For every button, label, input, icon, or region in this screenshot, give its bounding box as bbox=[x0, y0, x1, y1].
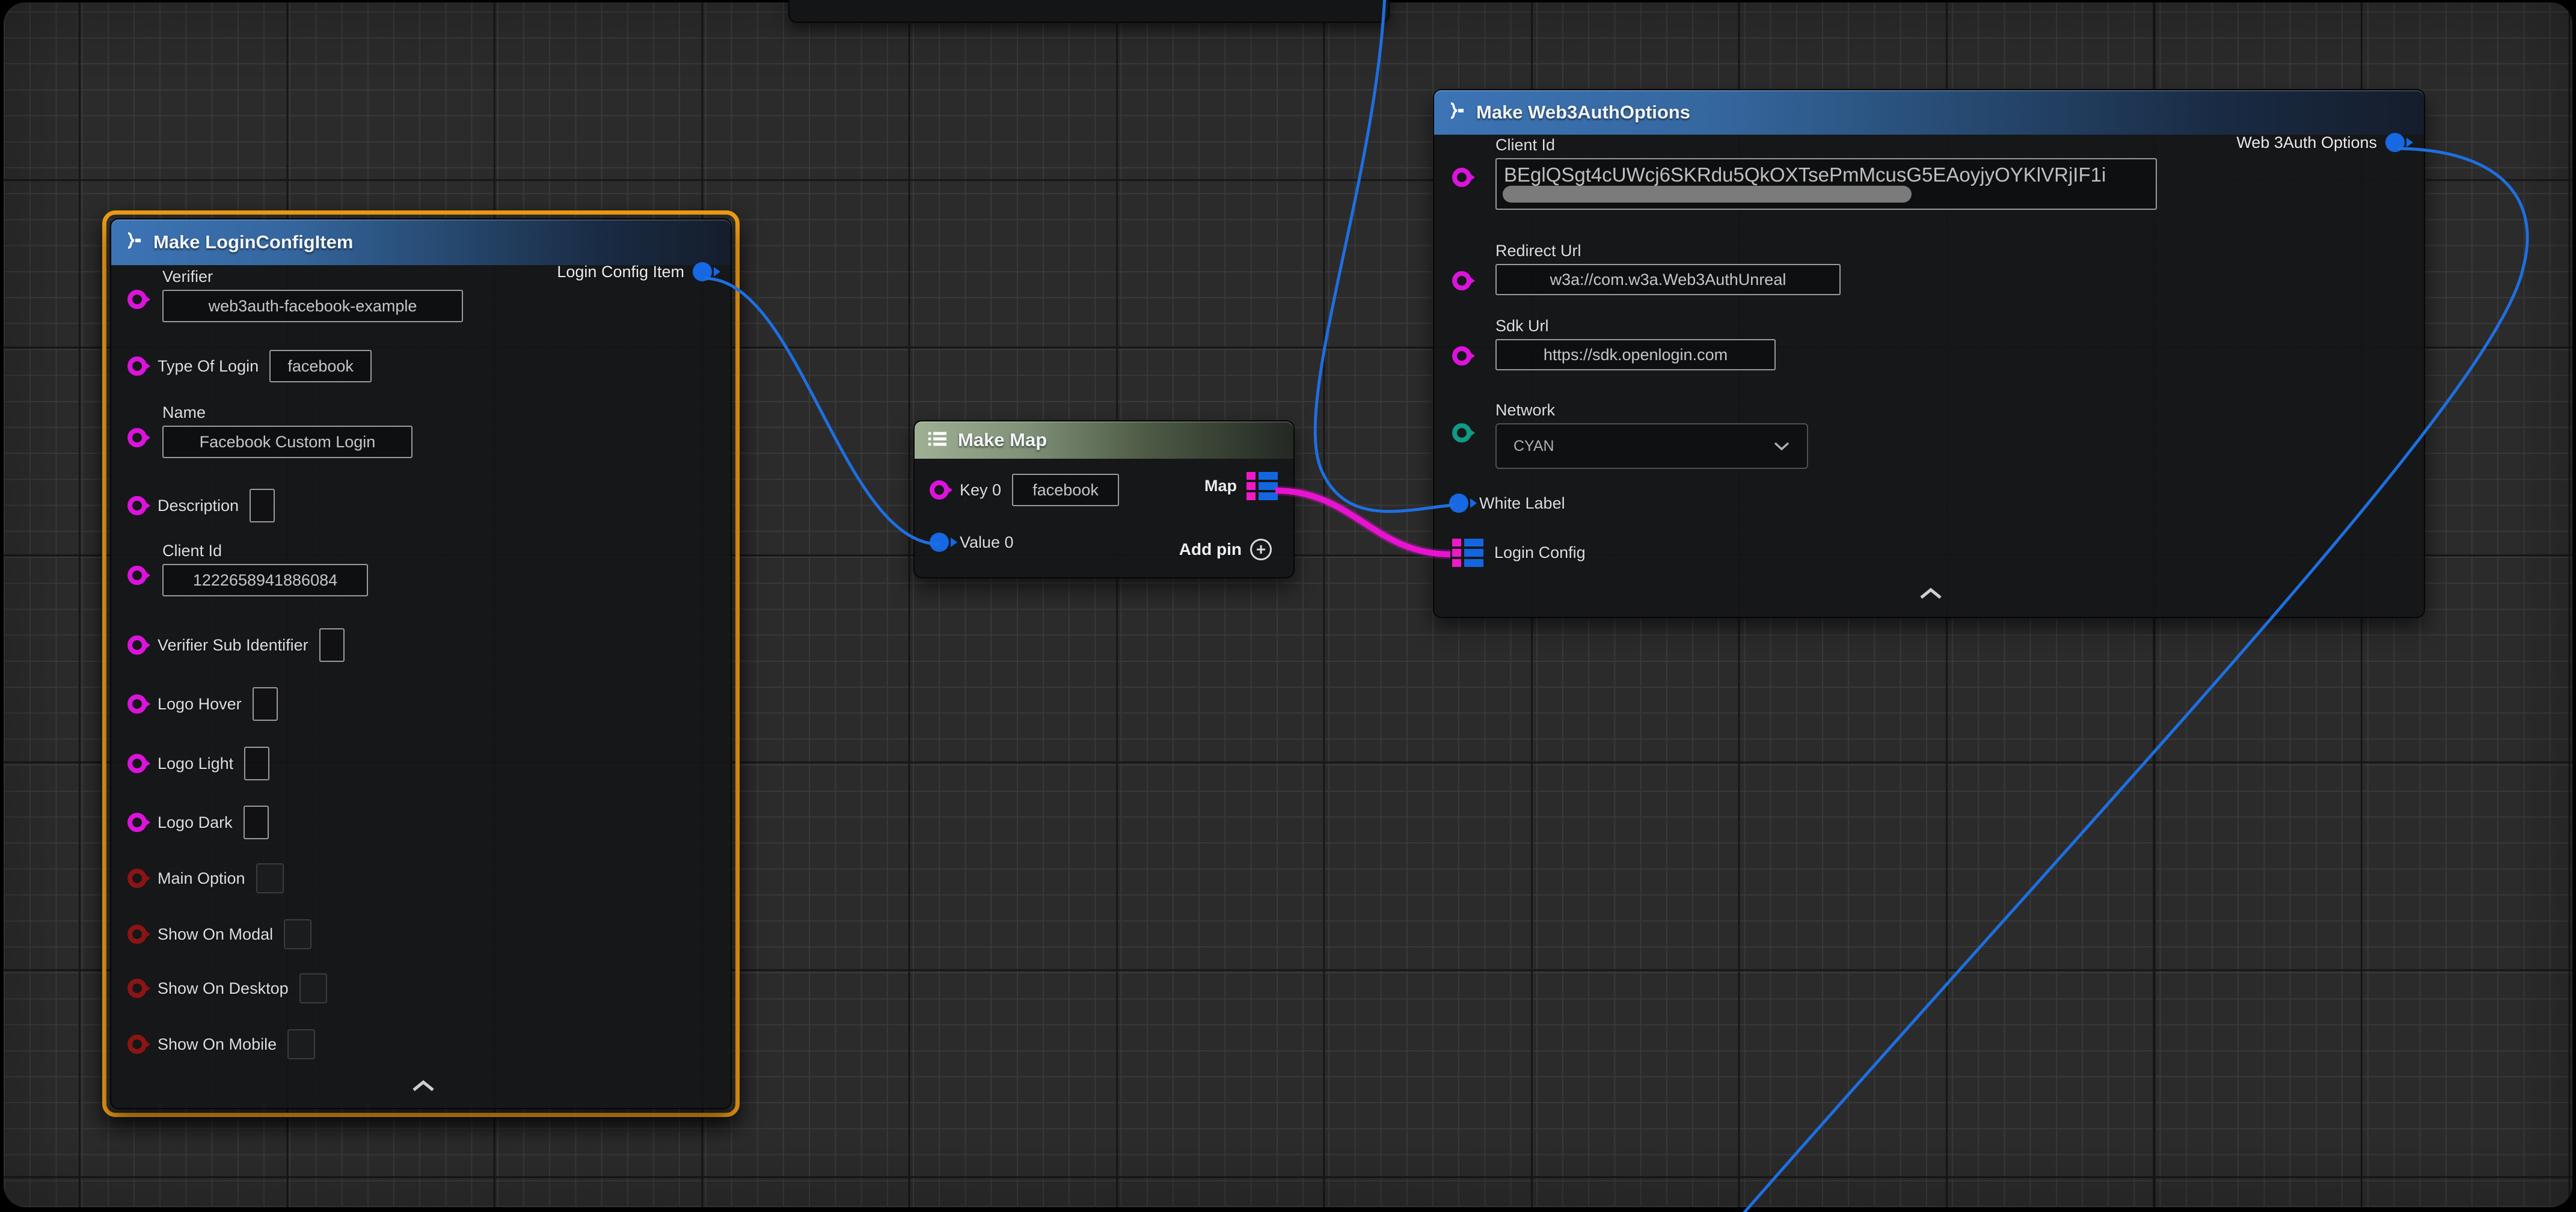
pin-label: Client Id bbox=[162, 542, 368, 560]
add-pin-label: Add pin bbox=[1179, 540, 1242, 559]
type-of-login-field[interactable]: facebook bbox=[269, 350, 372, 382]
pin-label: Show On Modal bbox=[158, 925, 273, 944]
verifier-sub-identifier-pin[interactable] bbox=[127, 635, 147, 655]
show-on-desktop-pin[interactable] bbox=[127, 979, 147, 998]
description-field[interactable] bbox=[250, 489, 275, 522]
pin-label: Login Config bbox=[1494, 543, 1586, 562]
show-on-desktop-checkbox[interactable] bbox=[299, 973, 327, 1003]
pin-label: Show On Desktop bbox=[158, 979, 289, 998]
node-make-loginconfigitem-selection: Make LoginConfigItem Login Config Item V… bbox=[102, 210, 740, 1117]
pin-label: Network bbox=[1495, 401, 1808, 420]
plus-circle-icon: + bbox=[1250, 539, 1272, 560]
network-selected-value: CYAN bbox=[1513, 438, 1554, 455]
logo-hover-pin[interactable] bbox=[127, 694, 147, 714]
node-title: Make Web3AuthOptions bbox=[1476, 102, 1690, 123]
node-title: Make LoginConfigItem bbox=[153, 231, 353, 253]
pin-label: Verifier bbox=[162, 268, 463, 286]
add-pin-button[interactable]: Add pin + bbox=[1179, 539, 1272, 560]
node-header[interactable]: Make Web3AuthOptions bbox=[1434, 90, 2424, 135]
map-list-icon bbox=[927, 430, 948, 451]
collapse-node-button[interactable] bbox=[1919, 587, 1943, 602]
show-on-mobile-checkbox[interactable] bbox=[287, 1029, 315, 1059]
pin-label: Redirect Url bbox=[1495, 242, 1841, 260]
redirect-url-pin[interactable] bbox=[1452, 271, 1471, 290]
output-pin-label: Map bbox=[1204, 477, 1237, 495]
main-option-checkbox[interactable] bbox=[256, 863, 284, 893]
description-pin[interactable] bbox=[127, 496, 147, 515]
type-of-login-pin[interactable] bbox=[127, 357, 147, 376]
show-on-mobile-pin[interactable] bbox=[127, 1035, 147, 1054]
sdk-url-field[interactable]: https://sdk.openlogin.com bbox=[1495, 339, 1776, 370]
client-id-pin[interactable] bbox=[1452, 168, 1471, 187]
output-pin-label: Web 3Auth Options bbox=[2236, 133, 2377, 152]
verifier-sub-identifier-field[interactable] bbox=[319, 628, 345, 662]
pin-label: Logo Hover bbox=[158, 695, 242, 714]
logo-light-pin[interactable] bbox=[127, 754, 147, 773]
offscreen-node-partial[interactable] bbox=[788, 0, 1390, 23]
white-label-pin[interactable] bbox=[1449, 494, 1468, 513]
client-id-field[interactable]: 1222658941886084 bbox=[162, 564, 368, 596]
make-struct-icon bbox=[1446, 101, 1467, 124]
chevron-down-icon bbox=[1773, 441, 1790, 451]
pin-label: Key 0 bbox=[960, 481, 1001, 500]
show-on-modal-checkbox[interactable] bbox=[284, 919, 311, 949]
web3auth-options-output-pin[interactable] bbox=[2385, 133, 2405, 152]
pin-label: Name bbox=[162, 403, 412, 422]
pin-label: Logo Light bbox=[158, 754, 233, 773]
collapse-node-button[interactable] bbox=[411, 1079, 435, 1094]
redirect-url-field[interactable]: w3a://com.w3a.Web3AuthUnreal bbox=[1495, 264, 1841, 295]
client-id-value: BEglQSgt4cUWcj6SKRdu5QkOXTsePmMcusG5EAoy… bbox=[1504, 164, 2106, 186]
verifier-field[interactable]: web3auth-facebook-example bbox=[162, 290, 463, 322]
node-make-map[interactable]: Make Map Key 0 facebook Map Value 0 Add … bbox=[913, 420, 1295, 578]
key-0-pin[interactable] bbox=[930, 480, 949, 500]
name-pin[interactable] bbox=[127, 428, 147, 447]
pin-label: Show On Mobile bbox=[158, 1035, 277, 1054]
blueprint-editor: Make LoginConfigItem Login Config Item V… bbox=[0, 0, 2576, 1212]
logo-dark-pin[interactable] bbox=[127, 813, 147, 832]
value-0-pin[interactable] bbox=[930, 533, 949, 552]
network-dropdown[interactable]: CYAN bbox=[1495, 423, 1808, 469]
node-header[interactable]: Make Map bbox=[915, 421, 1293, 459]
login-config-pin[interactable] bbox=[1452, 539, 1483, 567]
sdk-url-pin[interactable] bbox=[1452, 346, 1471, 366]
chevron-up-icon bbox=[1919, 587, 1943, 600]
pin-label: Logo Dark bbox=[158, 813, 233, 832]
pin-label: Main Option bbox=[158, 869, 245, 888]
pin-label: Sdk Url bbox=[1495, 317, 1776, 335]
node-make-web3authoptions[interactable]: Make Web3AuthOptions Web 3Auth Options C… bbox=[1433, 89, 2425, 618]
network-pin[interactable] bbox=[1452, 423, 1471, 442]
login-config-item-output-pin[interactable] bbox=[693, 262, 712, 281]
verifier-pin[interactable] bbox=[127, 290, 147, 309]
main-option-pin[interactable] bbox=[127, 869, 147, 888]
client-id-field[interactable]: BEglQSgt4cUWcj6SKRdu5QkOXTsePmMcusG5EAoy… bbox=[1495, 158, 2157, 210]
chevron-up-icon bbox=[411, 1079, 435, 1092]
field-scrollbar[interactable] bbox=[1503, 186, 1912, 203]
key-0-field[interactable]: facebook bbox=[1012, 474, 1119, 506]
pin-label: Value 0 bbox=[960, 533, 1014, 552]
make-struct-icon bbox=[123, 231, 144, 254]
pin-label: Verifier Sub Identifier bbox=[158, 636, 308, 655]
node-title: Make Map bbox=[958, 429, 1047, 451]
name-field[interactable]: Facebook Custom Login bbox=[162, 426, 412, 458]
output-pin-label: Login Config Item bbox=[557, 263, 684, 281]
node-make-loginconfigitem[interactable]: Make LoginConfigItem Login Config Item V… bbox=[110, 218, 732, 1109]
pin-label: Description bbox=[158, 497, 239, 515]
show-on-modal-pin[interactable] bbox=[127, 925, 147, 944]
client-id-pin[interactable] bbox=[127, 566, 147, 585]
pin-label: Client Id bbox=[1495, 136, 2157, 155]
logo-light-field[interactable] bbox=[244, 747, 269, 780]
logo-hover-field[interactable] bbox=[253, 687, 278, 721]
logo-dark-field[interactable] bbox=[244, 806, 269, 839]
pin-label: White Label bbox=[1479, 494, 1565, 513]
node-header[interactable]: Make LoginConfigItem bbox=[111, 219, 731, 265]
pin-label: Type Of Login bbox=[158, 357, 259, 376]
map-output-pin[interactable] bbox=[1247, 472, 1278, 500]
